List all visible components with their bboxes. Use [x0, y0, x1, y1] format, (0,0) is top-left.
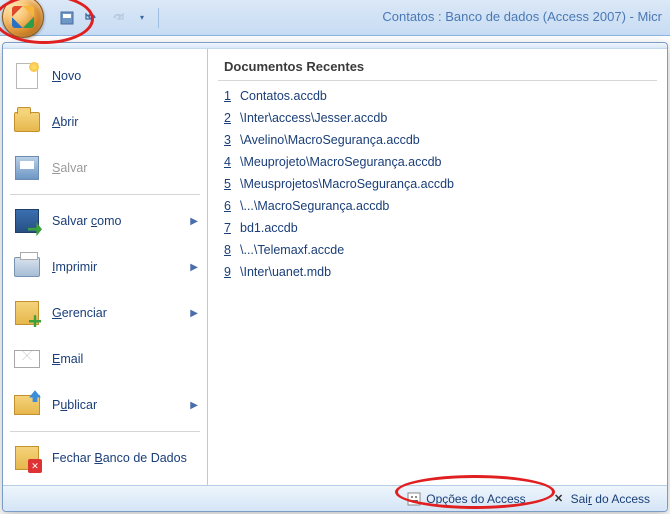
recent-item-number: 7 — [224, 221, 234, 235]
menu-item-publish[interactable]: Publicar ▶ — [6, 382, 204, 428]
menu-label: Fechar Banco de Dados — [52, 451, 198, 465]
recent-item-number: 3 — [224, 133, 234, 147]
recent-item-number: 1 — [224, 89, 234, 103]
recent-item-name: \...\Telemaxf.accde — [240, 243, 344, 257]
chevron-down-icon: ▾ — [140, 13, 144, 22]
menu-label: Email — [52, 352, 198, 366]
options-icon — [407, 492, 421, 506]
recent-item-number: 9 — [224, 265, 234, 279]
menu-label: Abrir — [52, 115, 198, 129]
menu-label: Salvar — [52, 161, 198, 175]
recent-item-number: 4 — [224, 155, 234, 169]
menu-label: Salvar como — [52, 214, 180, 228]
submenu-arrow-icon: ▶ — [190, 216, 198, 227]
publish-icon — [12, 390, 42, 420]
save-as-icon — [12, 206, 42, 236]
window-title: Contatos : Banco de dados (Access 2007) … — [382, 9, 662, 24]
recent-item-name: bd1.accdb — [240, 221, 298, 235]
separator — [158, 8, 159, 28]
undo-icon — [85, 13, 99, 23]
menu-label: Imprimir — [52, 260, 180, 274]
manage-icon — [12, 298, 42, 328]
recent-document-item[interactable]: 4 \Meuprojeto\MacroSegurança.accdb — [218, 151, 657, 173]
recent-item-number: 8 — [224, 243, 234, 257]
qat-redo-button[interactable] — [106, 7, 128, 29]
envelope-icon — [12, 344, 42, 374]
recent-document-item[interactable]: 8 \...\Telemaxf.accde — [218, 239, 657, 261]
recent-documents-panel: Documentos Recentes 1 Contatos.accdb 2 \Int… — [208, 49, 667, 485]
recent-document-item[interactable]: 6 \...\MacroSegurança.accdb — [218, 195, 657, 217]
qat-undo-button[interactable] — [81, 7, 103, 29]
recent-document-item[interactable]: 5 \Meusprojetos\MacroSegurança.accdb — [218, 173, 657, 195]
separator — [10, 431, 200, 432]
button-label: Sair do Access — [571, 492, 650, 506]
menu-item-open[interactable]: Abrir — [6, 99, 204, 145]
access-options-button[interactable]: Opções do Access — [398, 487, 534, 511]
recent-document-item[interactable]: 2 \Inter\access\Jesser.accdb — [218, 107, 657, 129]
printer-icon — [12, 252, 42, 282]
submenu-arrow-icon: ▶ — [190, 262, 198, 273]
floppy-icon — [60, 11, 74, 25]
recent-document-item[interactable]: 9 \Inter\uanet.mdb — [218, 261, 657, 283]
redo-icon — [110, 13, 124, 23]
menu-item-close-database[interactable]: Fechar Banco de Dados — [6, 435, 204, 481]
close-database-icon — [12, 443, 42, 473]
menu-item-email[interactable]: Email — [6, 336, 204, 382]
recent-item-name: \Meuprojeto\MacroSegurança.accdb — [240, 155, 442, 169]
recent-item-name: Contatos.accdb — [240, 89, 327, 103]
title-bar: ▾ Contatos : Banco de dados (Access 2007… — [0, 0, 670, 36]
recent-item-number: 2 — [224, 111, 234, 125]
recent-item-name: \Avelino\MacroSegurança.accdb — [240, 133, 420, 147]
quick-access-toolbar: ▾ — [56, 7, 161, 29]
menu-label: Novo — [52, 69, 198, 83]
office-logo-icon — [12, 6, 34, 28]
menu-footer: Opções do Access ✕ Sair do Access — [3, 485, 667, 511]
menu-label: Gerenciar — [52, 306, 180, 320]
new-document-icon — [12, 61, 42, 91]
separator — [10, 194, 200, 195]
floppy-icon — [12, 153, 42, 183]
recent-document-item[interactable]: 3 \Avelino\MacroSegurança.accdb — [218, 129, 657, 151]
qat-save-button[interactable] — [56, 7, 78, 29]
menu-item-new[interactable]: Novo — [6, 53, 204, 99]
office-menu: Novo Abrir Salvar Salvar como ▶ Imprimir… — [2, 42, 668, 512]
exit-access-button[interactable]: ✕ Sair do Access — [543, 487, 659, 511]
menu-command-list: Novo Abrir Salvar Salvar como ▶ Imprimir… — [3, 49, 208, 485]
menu-item-save-as[interactable]: Salvar como ▶ — [6, 198, 204, 244]
recent-document-item[interactable]: 1 Contatos.accdb — [218, 85, 657, 107]
menu-item-manage[interactable]: Gerenciar ▶ — [6, 290, 204, 336]
qat-customize-button[interactable]: ▾ — [131, 7, 153, 29]
submenu-arrow-icon: ▶ — [190, 308, 198, 319]
recent-item-name: \Inter\access\Jesser.accdb — [240, 111, 387, 125]
recent-item-name: \Inter\uanet.mdb — [240, 265, 331, 279]
recent-documents-header: Documentos Recentes — [218, 57, 657, 81]
recent-item-number: 5 — [224, 177, 234, 191]
recent-documents-list: 1 Contatos.accdb 2 \Inter\access\Jesser.acc… — [218, 85, 657, 477]
recent-document-item[interactable]: 7 bd1.accdb — [218, 217, 657, 239]
recent-item-number: 6 — [224, 199, 234, 213]
close-icon: ✕ — [552, 492, 566, 506]
recent-item-name: \...\MacroSegurança.accdb — [240, 199, 389, 213]
menu-label: Publicar — [52, 398, 180, 412]
button-label: Opções do Access — [426, 492, 525, 506]
menu-item-save[interactable]: Salvar — [6, 145, 204, 191]
submenu-arrow-icon: ▶ — [190, 400, 198, 411]
recent-item-name: \Meusprojetos\MacroSegurança.accdb — [240, 177, 454, 191]
office-button[interactable] — [2, 0, 44, 38]
menu-item-print[interactable]: Imprimir ▶ — [6, 244, 204, 290]
folder-open-icon — [12, 107, 42, 137]
